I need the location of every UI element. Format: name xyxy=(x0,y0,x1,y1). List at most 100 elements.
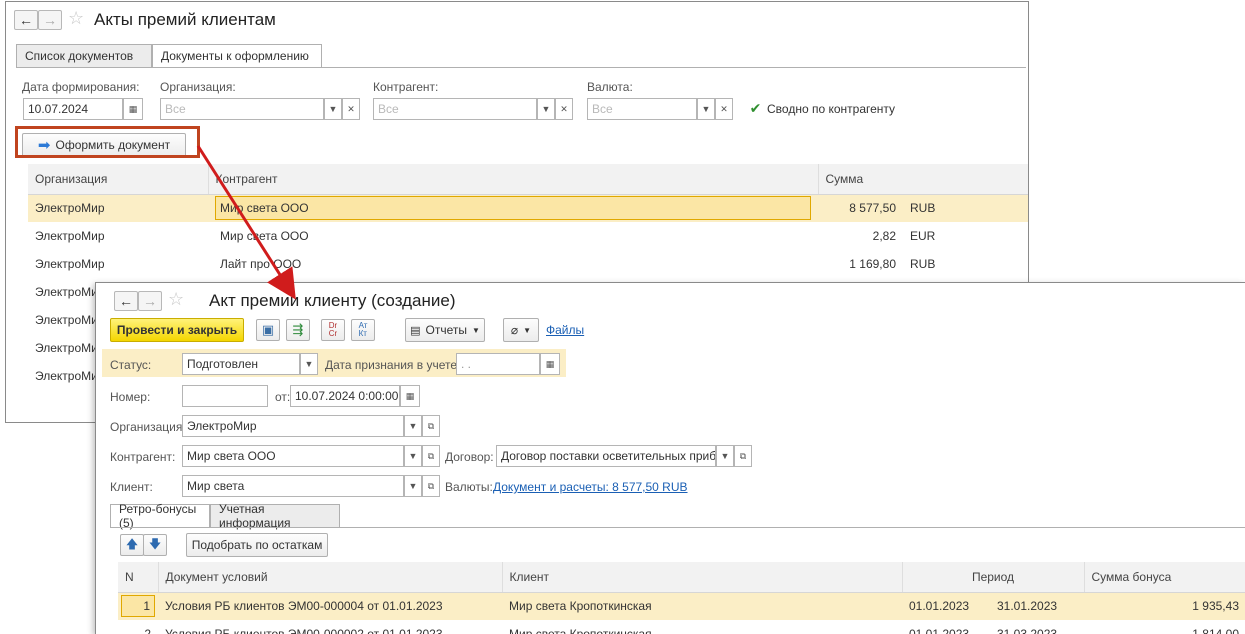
table-cell: RUB xyxy=(903,194,1028,222)
calendar-button[interactable]: ▦ xyxy=(123,98,143,120)
org-dropdown-button[interactable]: ▼ xyxy=(324,98,342,120)
table-row[interactable]: ЭлектроМир Мир света ООО 8 577,50 RUB xyxy=(28,194,1028,222)
reports-button[interactable]: ▤ Отчеты ▼ xyxy=(405,318,485,342)
client-dropdown-button[interactable]: ▼ xyxy=(404,475,422,497)
table-header: N Документ условий Клиент Период Сумма б… xyxy=(118,562,1245,593)
organization-dropdown-button[interactable]: ▼ xyxy=(404,415,422,437)
move-up-button[interactable]: 🡅 xyxy=(120,534,144,556)
column-header[interactable]: Период xyxy=(902,562,1085,593)
date-label: Дата формирования: xyxy=(22,80,140,94)
contractor-field[interactable]: Мир света ООО xyxy=(182,445,404,467)
contract-field[interactable]: Договор поставки осветительных приборо xyxy=(496,445,716,467)
number-field[interactable] xyxy=(182,385,268,407)
table-row[interactable]: ЭлектроМир Лайт про ООО 1 169,80 RUB xyxy=(28,250,1028,278)
open-window-icon: ⧉ xyxy=(739,450,747,461)
organization-field[interactable]: ЭлектроМир xyxy=(182,415,404,437)
pick-by-balance-button[interactable]: Подобрать по остаткам xyxy=(186,533,328,557)
tab-accounting-info[interactable]: Учетная информация xyxy=(210,502,340,530)
forward-button[interactable]: → xyxy=(138,291,162,311)
contractor-label: Контрагент: xyxy=(373,80,439,94)
back-button[interactable]: ← xyxy=(114,291,138,311)
back-button[interactable]: ← xyxy=(14,10,38,30)
chevron-down-icon: ▼ xyxy=(304,359,314,369)
client-open-button[interactable]: ⧉ xyxy=(422,475,440,497)
tab-document-list[interactable]: Список документов xyxy=(16,44,152,68)
recognition-calendar-button[interactable]: ▦ xyxy=(540,353,560,375)
column-header[interactable]: Клиент xyxy=(502,562,903,593)
table-cell: 31.01.2023 xyxy=(990,592,1084,620)
column-header[interactable]: Сумма бонуса xyxy=(1084,562,1245,593)
contractor-open-button[interactable]: ⧉ xyxy=(422,445,440,467)
dr-cr-button[interactable]: Dr Cr xyxy=(321,319,345,341)
tab-documents-to-issue[interactable]: Документы к оформлению xyxy=(152,44,322,68)
post-and-close-button[interactable]: Провести и закрыть xyxy=(110,318,244,342)
column-header[interactable]: Организация xyxy=(28,164,209,195)
org-field[interactable]: Все xyxy=(160,98,324,120)
checkmark-icon: ✔ xyxy=(749,100,762,116)
column-header[interactable]: Контрагент xyxy=(208,164,819,195)
recognition-date-label: Дата признания в учете: xyxy=(325,358,461,372)
currency-field[interactable]: Все xyxy=(587,98,697,120)
chevron-down-icon: ▼ xyxy=(408,421,418,431)
summary-checkbox[interactable]: ✔ xyxy=(748,100,763,116)
status-field[interactable]: Подготовлен xyxy=(182,353,300,375)
column-header[interactable]: N xyxy=(118,562,159,593)
table-cell: 1 169,80 xyxy=(849,257,896,271)
chevron-down-icon: ▼ xyxy=(408,451,418,461)
contractor-dropdown-button[interactable]: ▼ xyxy=(404,445,422,467)
arrow-up-icon: 🡅 xyxy=(125,536,139,551)
favorite-star-icon[interactable]: ☆ xyxy=(68,8,84,29)
table-cell: 1 xyxy=(118,592,158,620)
client-field[interactable]: Мир света xyxy=(182,475,404,497)
contractor-field[interactable]: Все xyxy=(373,98,537,120)
date-calendar-button[interactable]: ▦ xyxy=(400,385,420,407)
table-row[interactable]: ЭлектроМир Мир света ООО 2,82 EUR xyxy=(28,222,1028,250)
contractor-clear-button[interactable]: ✕ xyxy=(555,98,573,120)
forward-button[interactable]: → xyxy=(38,10,62,30)
table-cell: 8 577,50 xyxy=(818,194,903,222)
move-down-button[interactable]: 🡇 xyxy=(143,534,167,556)
currency-dropdown-button[interactable]: ▼ xyxy=(697,98,715,120)
table-cell: 01.01.2023 xyxy=(909,627,970,634)
contractor-dropdown-button[interactable]: ▼ xyxy=(537,98,555,120)
attachments-button[interactable]: ⌀ ▼ xyxy=(503,318,539,342)
date-time-field[interactable]: 10.07.2024 0:00:00 xyxy=(290,385,400,407)
table-cell: Мир света Кропоткинская xyxy=(509,627,652,634)
table-cell: ЭлектроМир xyxy=(35,229,105,243)
contract-dropdown-button[interactable]: ▼ xyxy=(716,445,734,467)
number-label: Номер: xyxy=(110,390,151,404)
chevron-down-icon: ▼ xyxy=(720,451,730,461)
table-cell: ЭлектроМир xyxy=(28,194,208,222)
date-field[interactable]: 10.07.2024 xyxy=(23,98,123,120)
column-header[interactable]: Сумма xyxy=(818,164,1028,195)
contractor-label: Контрагент: xyxy=(110,450,176,464)
status-dropdown-button[interactable]: ▼ xyxy=(300,353,318,375)
paperclip-icon: ⌀ xyxy=(510,323,519,337)
currencies-link[interactable]: Документ и расчеты: 8 577,50 RUB xyxy=(493,480,688,494)
arrow-right-icon: → xyxy=(43,12,57,28)
window-title: Акты премий клиентам xyxy=(94,10,276,29)
currencies-label: Валюты: xyxy=(445,480,493,494)
at-kt-button[interactable]: Ат Кт xyxy=(351,319,375,341)
org-clear-button[interactable]: ✕ xyxy=(342,98,360,120)
chevron-down-icon: ▼ xyxy=(541,104,551,114)
from-label: от: xyxy=(275,390,291,404)
contract-open-button[interactable]: ⧉ xyxy=(734,445,752,467)
organization-open-button[interactable]: ⧉ xyxy=(422,415,440,437)
save-button[interactable]: ▣ xyxy=(256,319,280,341)
recognition-date-field[interactable]: . . xyxy=(456,353,540,375)
currency-clear-button[interactable]: ✕ xyxy=(715,98,733,120)
table-cell: ЭлектроМир xyxy=(35,257,105,271)
tab-retro-bonuses[interactable]: Ретро-бонусы (5) xyxy=(110,502,210,530)
favorite-star-icon[interactable]: ☆ xyxy=(168,289,184,310)
column-header[interactable]: Документ условий xyxy=(158,562,503,593)
files-link[interactable]: Файлы xyxy=(546,323,584,337)
floppy-disk-icon: ▣ xyxy=(261,322,275,337)
org-label: Организация: xyxy=(160,80,236,94)
post-button[interactable]: ⇶ xyxy=(286,319,310,341)
table-row[interactable]: 2 Условия РБ клиентов ЭМ00-000002 от 01.… xyxy=(118,620,1245,634)
table-row[interactable]: 1 Условия РБ клиентов ЭМ00-000004 от 01.… xyxy=(118,592,1245,620)
table-cell: EUR xyxy=(910,229,936,243)
calendar-icon: ▦ xyxy=(405,390,415,401)
tab-divider xyxy=(110,527,1245,528)
